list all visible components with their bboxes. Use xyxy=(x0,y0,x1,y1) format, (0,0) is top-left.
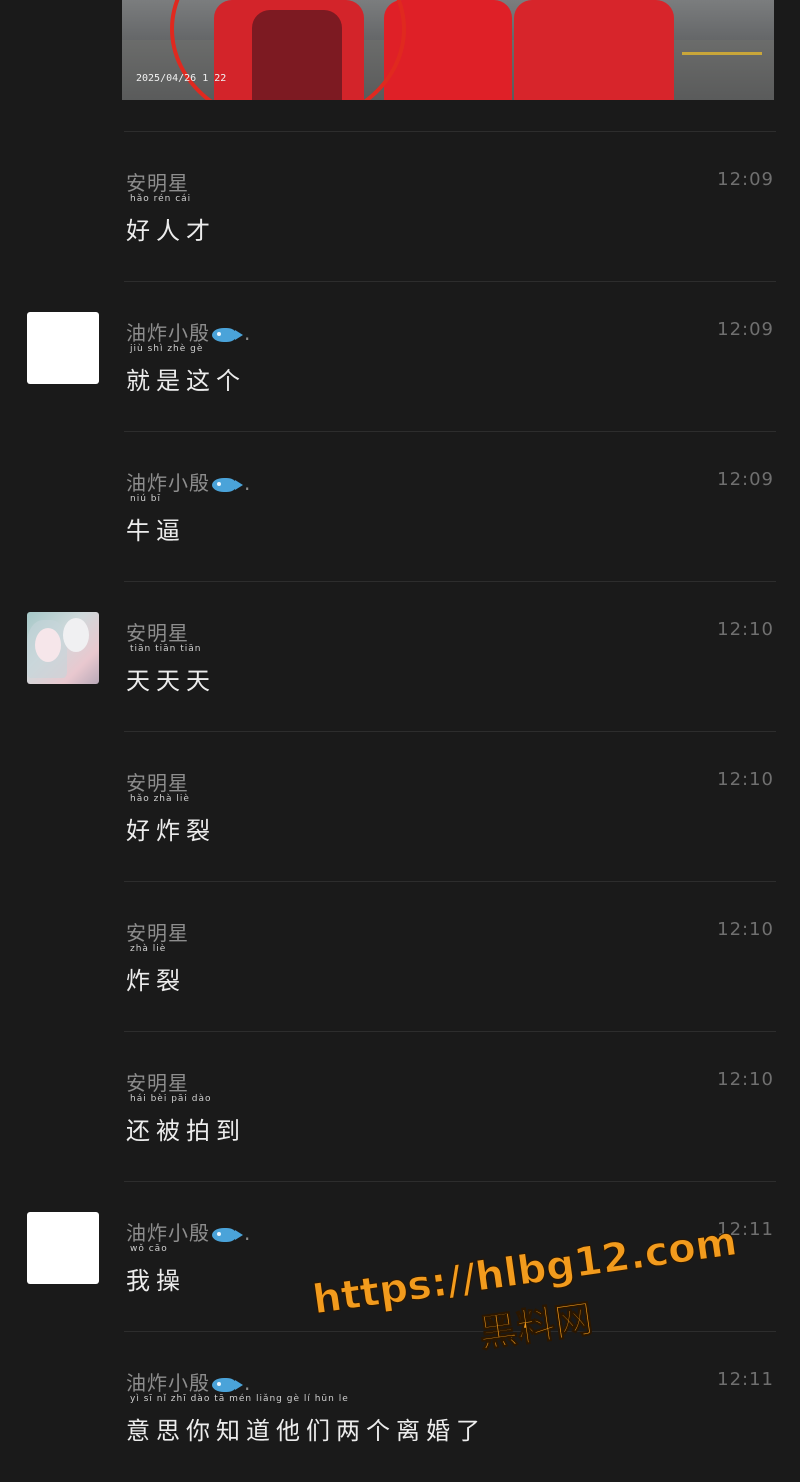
message-divider xyxy=(124,281,776,282)
message-text[interactable]: 炸裂 xyxy=(126,961,186,996)
message-time: 12:09 xyxy=(717,469,774,490)
message-row[interactable]: 油炸小殷. 12:09 jiù shì zhè gè 就是这个 xyxy=(0,281,800,431)
message-text[interactable]: 就是这个 xyxy=(126,361,246,396)
message-text[interactable]: 意思你知道他们两个离婚了 xyxy=(126,1411,486,1446)
sender-name-text: 油炸小殷 xyxy=(126,471,210,495)
sender-name-text: 油炸小殷 xyxy=(126,321,210,345)
message-divider xyxy=(124,1181,776,1182)
message-row[interactable]: 安明星 12:10 hǎo zhà liè 好炸裂 xyxy=(0,731,800,881)
message-time: 12:10 xyxy=(717,1069,774,1090)
sender-name-text: 油炸小殷 xyxy=(126,1221,210,1245)
message-pinyin: niú bī xyxy=(130,494,161,504)
sender-name-dot: . xyxy=(244,321,252,345)
message-time: 12:09 xyxy=(717,169,774,190)
sender-name[interactable]: 安明星 xyxy=(126,617,189,646)
sender-name[interactable]: 油炸小殷. xyxy=(126,1217,251,1246)
message-pinyin: hǎo zhà liè xyxy=(130,794,190,804)
message-pinyin: jiù shì zhè gè xyxy=(130,344,204,354)
sender-name[interactable]: 安明星 xyxy=(126,1067,189,1096)
photo-person xyxy=(514,0,674,100)
sender-name-text: 安明星 xyxy=(126,171,189,195)
message-divider xyxy=(124,731,776,732)
message-row[interactable]: 安明星 12:10 tiān tiān tiān 天天天 xyxy=(0,581,800,731)
sender-name[interactable]: 安明星 xyxy=(126,767,189,796)
sender-name[interactable]: 油炸小殷. xyxy=(126,1367,251,1396)
sender-name-dot: . xyxy=(244,1371,252,1395)
message-pinyin: yì sī nǐ zhī dào tā mén liǎng gè lí hūn … xyxy=(130,1394,349,1404)
photo-floor-line xyxy=(682,52,762,55)
message-text[interactable]: 我操 xyxy=(126,1261,186,1296)
message-row[interactable]: 安明星 12:10 hái bèi pāi dào 还被拍到 xyxy=(0,1031,800,1181)
sender-name-dot: . xyxy=(244,1221,252,1245)
avatar[interactable] xyxy=(27,1212,99,1284)
message-row[interactable]: 安明星 12:09 hǎo rén cái 好人才 xyxy=(0,131,800,281)
shared-photo[interactable]: 2025/04/26 1 22 xyxy=(122,0,774,100)
message-text[interactable]: 天天天 xyxy=(126,661,216,696)
sender-name-text: 安明星 xyxy=(126,921,189,945)
avatar[interactable] xyxy=(27,312,99,384)
fish-emoji-icon xyxy=(212,477,243,492)
message-divider xyxy=(124,1031,776,1032)
message-divider xyxy=(124,431,776,432)
photo-red-circle xyxy=(170,0,406,100)
message-time: 12:10 xyxy=(717,919,774,940)
message-time: 12:10 xyxy=(717,769,774,790)
sender-name[interactable]: 安明星 xyxy=(126,917,189,946)
message-divider xyxy=(124,131,776,132)
sender-name[interactable]: 安明星 xyxy=(126,167,189,196)
sender-name[interactable]: 油炸小殷. xyxy=(126,317,251,346)
message-pinyin: hǎo rén cái xyxy=(130,194,192,204)
photo-timestamp: 2025/04/26 1 22 xyxy=(136,73,227,84)
sender-name-text: 安明星 xyxy=(126,1071,189,1095)
sender-name-dot: . xyxy=(244,471,252,495)
sender-name-text: 安明星 xyxy=(126,621,189,645)
message-text[interactable]: 牛逼 xyxy=(126,511,186,546)
sender-name[interactable]: 油炸小殷. xyxy=(126,467,251,496)
message-time: 12:10 xyxy=(717,619,774,640)
message-row[interactable]: 油炸小殷. 12:09 niú bī 牛逼 xyxy=(0,431,800,581)
message-text[interactable]: 还被拍到 xyxy=(126,1111,246,1146)
sender-name-text: 安明星 xyxy=(126,771,189,795)
message-divider xyxy=(124,581,776,582)
message-time: 12:11 xyxy=(717,1369,774,1390)
fish-emoji-icon xyxy=(212,1227,243,1242)
fish-emoji-icon xyxy=(212,327,243,342)
message-pinyin: wǒ cāo xyxy=(130,1244,168,1254)
message-text[interactable]: 好炸裂 xyxy=(126,811,216,846)
message-time: 12:09 xyxy=(717,319,774,340)
message-text[interactable]: 好人才 xyxy=(126,211,216,246)
message-row[interactable]: 安明星 12:10 zhà liè 炸裂 xyxy=(0,881,800,1031)
fish-emoji-icon xyxy=(212,1377,243,1392)
message-divider xyxy=(124,881,776,882)
message-pinyin: hái bèi pāi dào xyxy=(130,1094,212,1104)
avatar[interactable] xyxy=(27,612,99,684)
message-pinyin: zhà liè xyxy=(130,944,167,954)
message-pinyin: tiān tiān tiān xyxy=(130,644,202,654)
sender-name-text: 油炸小殷 xyxy=(126,1371,210,1395)
